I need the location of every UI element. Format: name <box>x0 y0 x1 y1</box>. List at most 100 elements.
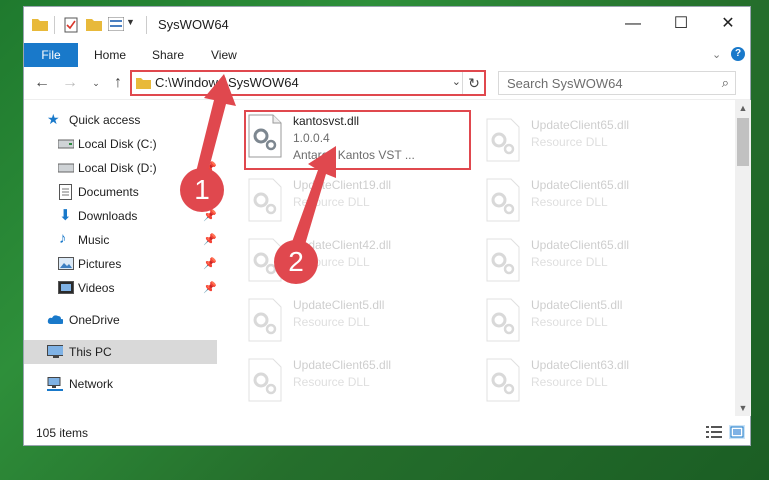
tab-share[interactable]: Share <box>152 43 184 67</box>
back-button[interactable]: ← <box>32 73 52 93</box>
new-folder-icon[interactable] <box>86 17 102 31</box>
dll-file-icon <box>248 358 282 402</box>
help-icon[interactable]: ? <box>731 47 745 61</box>
address-row: ← → ⌄ ↑ C:\Windows\SysWOW64 ⌄ ↻ Search S… <box>24 67 750 100</box>
nav-label: Documents <box>78 185 139 199</box>
close-button[interactable]: ✕ <box>705 7 751 43</box>
file-item[interactable]: UpdateClient5.dll Resource DLL <box>483 294 713 350</box>
drive-icon <box>58 163 74 173</box>
file-name: UpdateClient65.dll <box>293 358 392 372</box>
file-item[interactable]: UpdateClient19.dll Resource DLL <box>245 174 475 230</box>
file-name: UpdateClient65.dll <box>531 178 630 192</box>
dll-file-icon <box>486 178 520 222</box>
star-icon: ★ <box>47 111 60 127</box>
step-2-marker: 2 <box>274 240 318 284</box>
scroll-up-arrow[interactable]: ▲ <box>735 100 751 116</box>
videos-icon <box>58 281 74 294</box>
address-highlight-box <box>130 70 486 96</box>
file-item[interactable]: UpdateClient65.dll Resource DLL <box>483 174 713 230</box>
title-bar: ▼ SysWOW64 — ☐ ✕ <box>24 7 750 43</box>
customize-icon[interactable] <box>108 17 124 31</box>
up-button[interactable]: ↑ <box>108 73 128 93</box>
nav-label: Videos <box>78 281 115 295</box>
file-type: Resource DLL <box>293 315 370 329</box>
downloads-icon: ⬇ <box>59 207 72 224</box>
nav-label: Music <box>78 233 110 247</box>
details-view-icon[interactable] <box>706 425 722 439</box>
nav-local-disk-c[interactable]: Local Disk (C:) 📌 <box>24 132 217 156</box>
ribbon: File Home Share View ⌄ ? <box>24 43 750 67</box>
file-item[interactable]: UpdateClient65.dll Resource DLL <box>483 234 713 290</box>
divider <box>54 16 55 34</box>
network-icon <box>47 377 63 391</box>
maximize-button[interactable]: ☐ <box>658 7 704 43</box>
drive-icon <box>58 139 74 149</box>
file-item[interactable]: UpdateClient63.dll Resource DLL <box>483 354 713 410</box>
chevron-down-icon[interactable]: ▼ <box>126 17 135 27</box>
file-item[interactable]: UpdateClient65.dll Resource DLL <box>245 354 475 410</box>
file-name: UpdateClient65.dll <box>531 118 630 132</box>
pin-icon: 📌 <box>203 138 217 150</box>
file-name: UpdateClient65.dll <box>531 238 630 252</box>
search-icon: ⌕ <box>721 75 729 90</box>
documents-icon <box>59 184 72 200</box>
tab-file[interactable]: File <box>24 43 78 67</box>
search-input[interactable]: Search SysWOW64 ⌕ <box>498 71 736 95</box>
file-name: UpdateClient5.dll <box>293 298 385 312</box>
file-type: Resource DLL <box>293 375 370 389</box>
file-type: Resource DLL <box>531 315 608 329</box>
explorer-window: ▼ SysWOW64 — ☐ ✕ File Home Share View ⌄ … <box>23 6 751 446</box>
properties-icon[interactable] <box>64 17 78 33</box>
status-bar: 105 items <box>24 419 750 445</box>
nav-onedrive[interactable]: OneDrive <box>24 308 217 332</box>
file-name: UpdateClient5.dll <box>531 298 623 312</box>
minimize-button[interactable]: — <box>610 7 656 43</box>
nav-videos[interactable]: Videos 📌 <box>24 276 217 300</box>
large-icons-view-icon[interactable] <box>729 425 745 439</box>
nav-label: This PC <box>69 345 112 359</box>
nav-pictures[interactable]: Pictures 📌 <box>24 252 217 276</box>
file-type: Resource DLL <box>531 135 608 149</box>
scrollbar-thumb[interactable] <box>737 118 749 166</box>
chevron-down-icon[interactable]: ⌄ <box>712 48 721 61</box>
item-count: 105 items <box>36 426 89 440</box>
file-name: UpdateClient63.dll <box>531 358 630 372</box>
file-type: Resource DLL <box>531 195 608 209</box>
nav-network[interactable]: Network <box>24 372 217 396</box>
nav-this-pc[interactable]: This PC <box>24 340 217 364</box>
nav-label: Pictures <box>78 257 122 271</box>
nav-label: Network <box>69 377 114 391</box>
divider <box>146 16 147 34</box>
music-icon: ♪ <box>59 230 67 247</box>
pin-icon: 📌 <box>203 234 217 246</box>
file-highlight-box <box>244 110 471 170</box>
tab-view[interactable]: View <box>211 43 237 67</box>
folder-icon <box>32 19 48 31</box>
nav-label: Downloads <box>78 209 138 223</box>
scroll-down-arrow[interactable]: ▼ <box>735 400 751 416</box>
forward-button[interactable]: → <box>60 73 80 93</box>
nav-label: Local Disk (D:) <box>78 161 157 175</box>
dll-file-icon <box>486 298 520 342</box>
computer-icon <box>47 345 63 358</box>
file-type: Resource DLL <box>531 375 608 389</box>
pin-icon: 📌 <box>203 258 217 270</box>
nav-quick-access[interactable]: ★ Quick access <box>24 108 217 132</box>
window-title: SysWOW64 <box>158 17 229 32</box>
recent-locations-button[interactable]: ⌄ <box>86 73 106 93</box>
file-name: UpdateClient19.dll <box>293 178 392 192</box>
file-type: Resource DLL <box>293 195 370 209</box>
nav-music[interactable]: ♪ Music 📌 <box>24 228 217 252</box>
nav-label: Local Disk (C:) <box>78 137 157 151</box>
file-item[interactable]: UpdateClient5.dll Resource DLL <box>245 294 475 350</box>
file-item[interactable]: UpdateClient65.dll Resource DLL <box>483 114 713 170</box>
search-placeholder: Search SysWOW64 <box>507 76 623 91</box>
navigation-pane: ★ Quick access Local Disk (C:) 📌 Local D… <box>24 100 217 416</box>
dll-file-icon <box>248 178 282 222</box>
nav-label: Quick access <box>69 113 141 127</box>
vertical-scrollbar[interactable]: ▲ ▼ <box>735 100 751 416</box>
file-type: Resource DLL <box>531 255 608 269</box>
dll-file-icon <box>486 118 520 162</box>
tab-home[interactable]: Home <box>94 43 126 67</box>
dll-file-icon <box>486 358 520 402</box>
